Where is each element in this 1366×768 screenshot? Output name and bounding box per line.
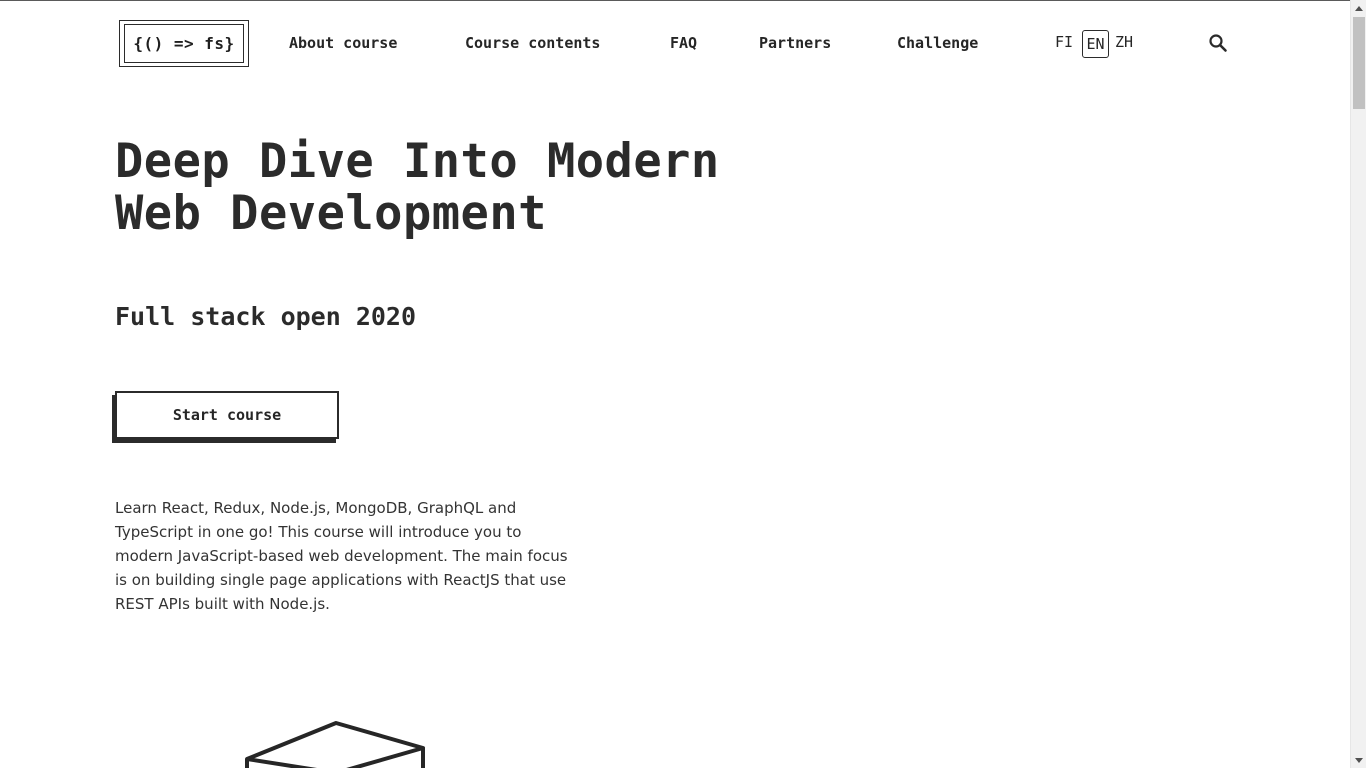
nav-faq[interactable]: FAQ: [670, 34, 697, 52]
page-subtitle: Full stack open 2020: [115, 302, 417, 331]
course-description: Learn React, Redux, Node.js, MongoDB, Gr…: [115, 499, 568, 613]
logo-text: {() => fs}: [124, 24, 244, 63]
scrollbar-thumb[interactable]: [1353, 17, 1365, 109]
scroll-down-button[interactable]: [1351, 752, 1366, 768]
nav-about-course[interactable]: About course: [289, 34, 397, 52]
search-button[interactable]: [1206, 31, 1230, 55]
site-logo[interactable]: {() => fs}: [119, 20, 249, 67]
search-icon: [1209, 34, 1227, 52]
scroll-up-button[interactable]: [1351, 0, 1366, 16]
lang-en[interactable]: EN: [1082, 30, 1109, 58]
top-border: [0, 0, 1350, 1]
page-title: Deep Dive Into Modern Web Development: [115, 136, 795, 240]
nav-course-contents[interactable]: Course contents: [465, 34, 600, 52]
chevron-up-icon: [1355, 5, 1363, 11]
page-title-line-2: Web Development: [115, 186, 547, 241]
nav-challenge[interactable]: Challenge: [897, 34, 978, 52]
page-title-line-1: Deep Dive Into Modern: [115, 134, 720, 189]
box-illustration: [245, 721, 425, 768]
nav-partners[interactable]: Partners: [759, 34, 831, 52]
chevron-down-icon: [1355, 757, 1363, 763]
lang-zh[interactable]: ZH: [1115, 33, 1133, 51]
lang-fi[interactable]: FI: [1055, 33, 1073, 51]
page-scrollbar[interactable]: [1350, 0, 1366, 768]
start-course-button[interactable]: Start course: [115, 391, 339, 439]
